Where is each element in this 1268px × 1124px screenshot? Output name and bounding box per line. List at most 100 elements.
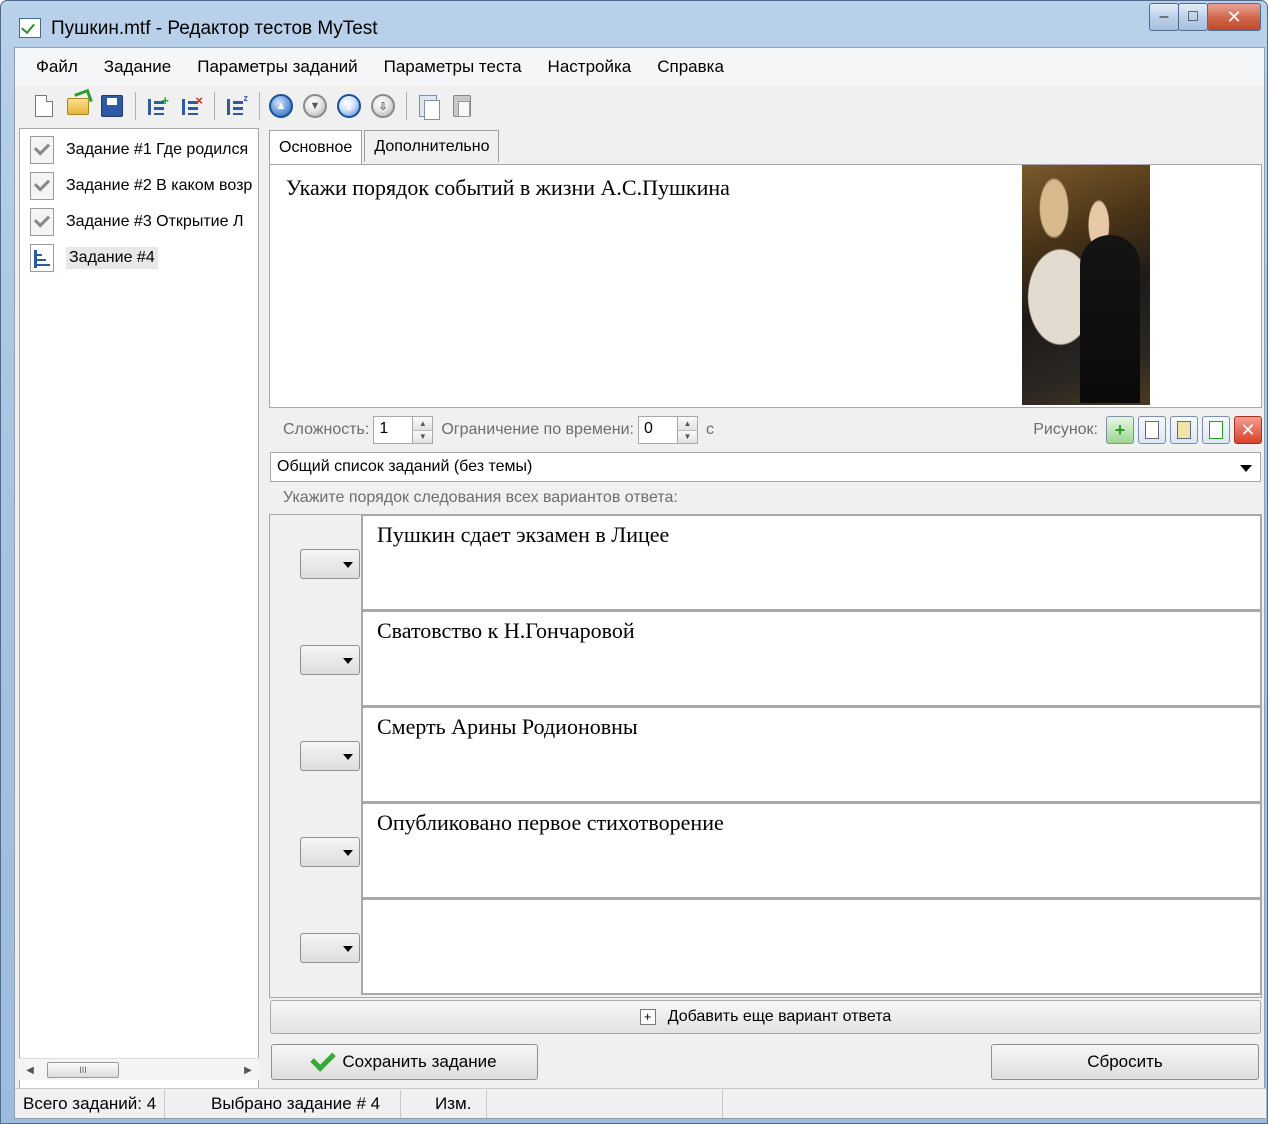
question-text[interactable]: Укажи порядок событий в жизни А.С.Пушкин… xyxy=(286,175,730,201)
save-task-button[interactable]: Сохранить задание xyxy=(271,1044,538,1080)
answer-editor[interactable]: Пушкин сдает экзамен в Лицее xyxy=(361,515,1261,611)
checkmark-icon xyxy=(310,1046,337,1072)
difficulty-input[interactable]: 1 xyxy=(373,416,414,444)
scroll-left-icon[interactable]: ◀ xyxy=(19,1059,41,1081)
answer-editor[interactable]: Опубликовано первое стихотворение xyxy=(361,803,1261,899)
arrow-top-circle-icon: ⇧ xyxy=(337,94,361,118)
answer-row xyxy=(270,899,1261,995)
menu-file[interactable]: Файл xyxy=(23,57,91,77)
time-limit-input[interactable]: 0 xyxy=(637,416,678,444)
minimize-button[interactable]: – xyxy=(1149,3,1179,31)
picture-delete-button[interactable]: ✕ xyxy=(1234,416,1262,444)
add-task-button[interactable]: + xyxy=(142,91,172,121)
new-file-button[interactable] xyxy=(29,91,59,121)
answer-text[interactable]: Пушкин сдает экзамен в Лицее xyxy=(377,522,669,548)
app-window: Пушкин.mtf - Редактор тестов MyTest – □ … xyxy=(0,0,1268,1124)
question-editor[interactable]: Укажи порядок событий в жизни А.С.Пушкин… xyxy=(269,164,1262,408)
answer-row: Пушкин сдает экзамен в Лицее xyxy=(270,515,1261,611)
add-answer-button[interactable]: + Добавить еще вариант ответа xyxy=(270,1000,1261,1034)
answer-text[interactable]: Опубликовано первое стихотворение xyxy=(377,810,724,836)
delete-task-icon: × xyxy=(181,93,203,117)
move-top-button[interactable]: ⇧ xyxy=(334,91,364,121)
scroll-right-icon[interactable]: ▶ xyxy=(237,1059,259,1081)
paste-button[interactable] xyxy=(447,91,477,121)
time-limit-spinner[interactable]: 0 ▲ ▼ xyxy=(637,416,698,444)
theme-dropdown-value: Общий список заданий (без темы) xyxy=(277,458,533,475)
task-order-button[interactable]: z xyxy=(221,91,251,121)
tab-main[interactable]: Основное xyxy=(269,130,363,164)
tree-item-label: Задание #2 В каком возр xyxy=(66,177,253,194)
theme-dropdown[interactable]: Общий список заданий (без темы) xyxy=(270,452,1261,482)
menu-task-params[interactable]: Параметры заданий xyxy=(184,57,370,77)
delete-task-button[interactable]: × xyxy=(176,91,206,121)
toolbar-separator xyxy=(135,92,136,120)
status-total-tasks: Всего заданий: 4 xyxy=(15,1089,165,1118)
tree-horizontal-scrollbar[interactable]: ◀ III ▶ xyxy=(19,1058,259,1080)
tab-additional[interactable]: Дополнительно xyxy=(364,130,500,162)
status-modified: Изм. xyxy=(401,1089,487,1118)
checked-task-icon xyxy=(28,206,58,238)
task-params-row: Сложность: 1 ▲ ▼ Ограничение по времени: … xyxy=(269,413,1262,447)
tree-item-label: Задание #3 Открытие Л xyxy=(66,213,244,230)
copy-icon xyxy=(419,95,440,120)
menu-bar: Файл Задание Параметры заданий Параметры… xyxy=(15,48,1264,86)
answer-text[interactable]: Сватовство к Н.Гончаровой xyxy=(377,618,635,644)
scroll-thumb[interactable]: III xyxy=(47,1062,119,1078)
tree-item-task-1[interactable]: Задание #1 Где родился xyxy=(28,133,258,167)
save-file-button[interactable] xyxy=(97,91,127,121)
move-bottom-button[interactable]: ⇩ xyxy=(368,91,398,121)
spin-down-icon[interactable]: ▼ xyxy=(677,429,697,443)
open-file-button[interactable] xyxy=(63,91,93,121)
title-bar[interactable]: Пушкин.mtf - Редактор тестов MyTest – □ … xyxy=(1,1,1267,47)
new-document-icon xyxy=(35,95,53,117)
answer-editor[interactable]: Смерть Арины Родионовны xyxy=(361,707,1261,803)
task-tree[interactable]: Задание #1 Где родился Задание #2 В како… xyxy=(19,128,259,1090)
menu-task[interactable]: Задание xyxy=(91,57,184,77)
answer-row: Смерть Арины Родионовны xyxy=(270,707,1261,803)
move-down-button[interactable]: ▼ xyxy=(300,91,330,121)
answer-editor[interactable] xyxy=(361,899,1261,995)
window-title: Пушкин.mtf - Редактор тестов MyTest xyxy=(51,18,378,39)
answer-editor[interactable]: Сватовство к Н.Гончаровой xyxy=(361,611,1261,707)
app-icon xyxy=(19,18,41,38)
close-button[interactable]: ✕ xyxy=(1207,3,1261,31)
time-limit-label: Ограничение по времени: xyxy=(441,421,634,438)
picture-load-button[interactable]: + xyxy=(1106,416,1134,444)
picture-copy-button[interactable] xyxy=(1138,416,1166,444)
answer-order-dropdown[interactable] xyxy=(300,933,360,963)
answer-row: Сватовство к Н.Гончаровой xyxy=(270,611,1261,707)
copy-icon xyxy=(1145,421,1159,439)
answer-order-dropdown[interactable] xyxy=(300,741,360,771)
menu-settings[interactable]: Настройка xyxy=(535,57,645,77)
answers-list: Пушкин сдает экзамен в Лицее Сватовство … xyxy=(269,514,1262,998)
tree-item-task-2[interactable]: Задание #2 В каком возр xyxy=(28,169,258,203)
question-picture xyxy=(1022,165,1150,405)
answer-order-dropdown[interactable] xyxy=(300,549,360,579)
answer-text[interactable]: Смерть Арины Родионовны xyxy=(377,714,638,740)
tree-item-task-4[interactable]: Задание #4 xyxy=(28,241,258,275)
menu-help[interactable]: Справка xyxy=(644,57,737,77)
spin-up-icon[interactable]: ▲ xyxy=(413,417,433,430)
maximize-button[interactable]: □ xyxy=(1178,3,1208,31)
arrow-bottom-circle-icon: ⇩ xyxy=(371,94,395,118)
menu-test-params[interactable]: Параметры теста xyxy=(371,57,535,77)
spin-up-icon[interactable]: ▲ xyxy=(677,417,697,430)
picture-save-button[interactable] xyxy=(1202,416,1230,444)
toolbar: + × z ▲ ▼ ⇧ ⇩ xyxy=(15,86,1264,126)
checked-task-icon xyxy=(28,134,58,166)
copy-button[interactable] xyxy=(413,91,443,121)
move-up-button[interactable]: ▲ xyxy=(266,91,296,121)
spin-down-icon[interactable]: ▼ xyxy=(413,429,433,443)
difficulty-spinner[interactable]: 1 ▲ ▼ xyxy=(373,416,434,444)
arrow-up-circle-icon: ▲ xyxy=(269,94,293,118)
reset-button[interactable]: Сбросить xyxy=(991,1044,1259,1080)
toolbar-separator xyxy=(214,92,215,120)
answer-order-dropdown[interactable] xyxy=(300,837,360,867)
paste-icon xyxy=(1177,421,1191,439)
reset-label: Сбросить xyxy=(1087,1052,1163,1071)
answer-order-dropdown[interactable] xyxy=(300,645,360,675)
tree-item-task-3[interactable]: Задание #3 Открытие Л xyxy=(28,205,258,239)
picture-paste-button[interactable] xyxy=(1170,416,1198,444)
delete-icon: ✕ xyxy=(1240,419,1256,440)
plus-icon: + xyxy=(1114,419,1126,440)
